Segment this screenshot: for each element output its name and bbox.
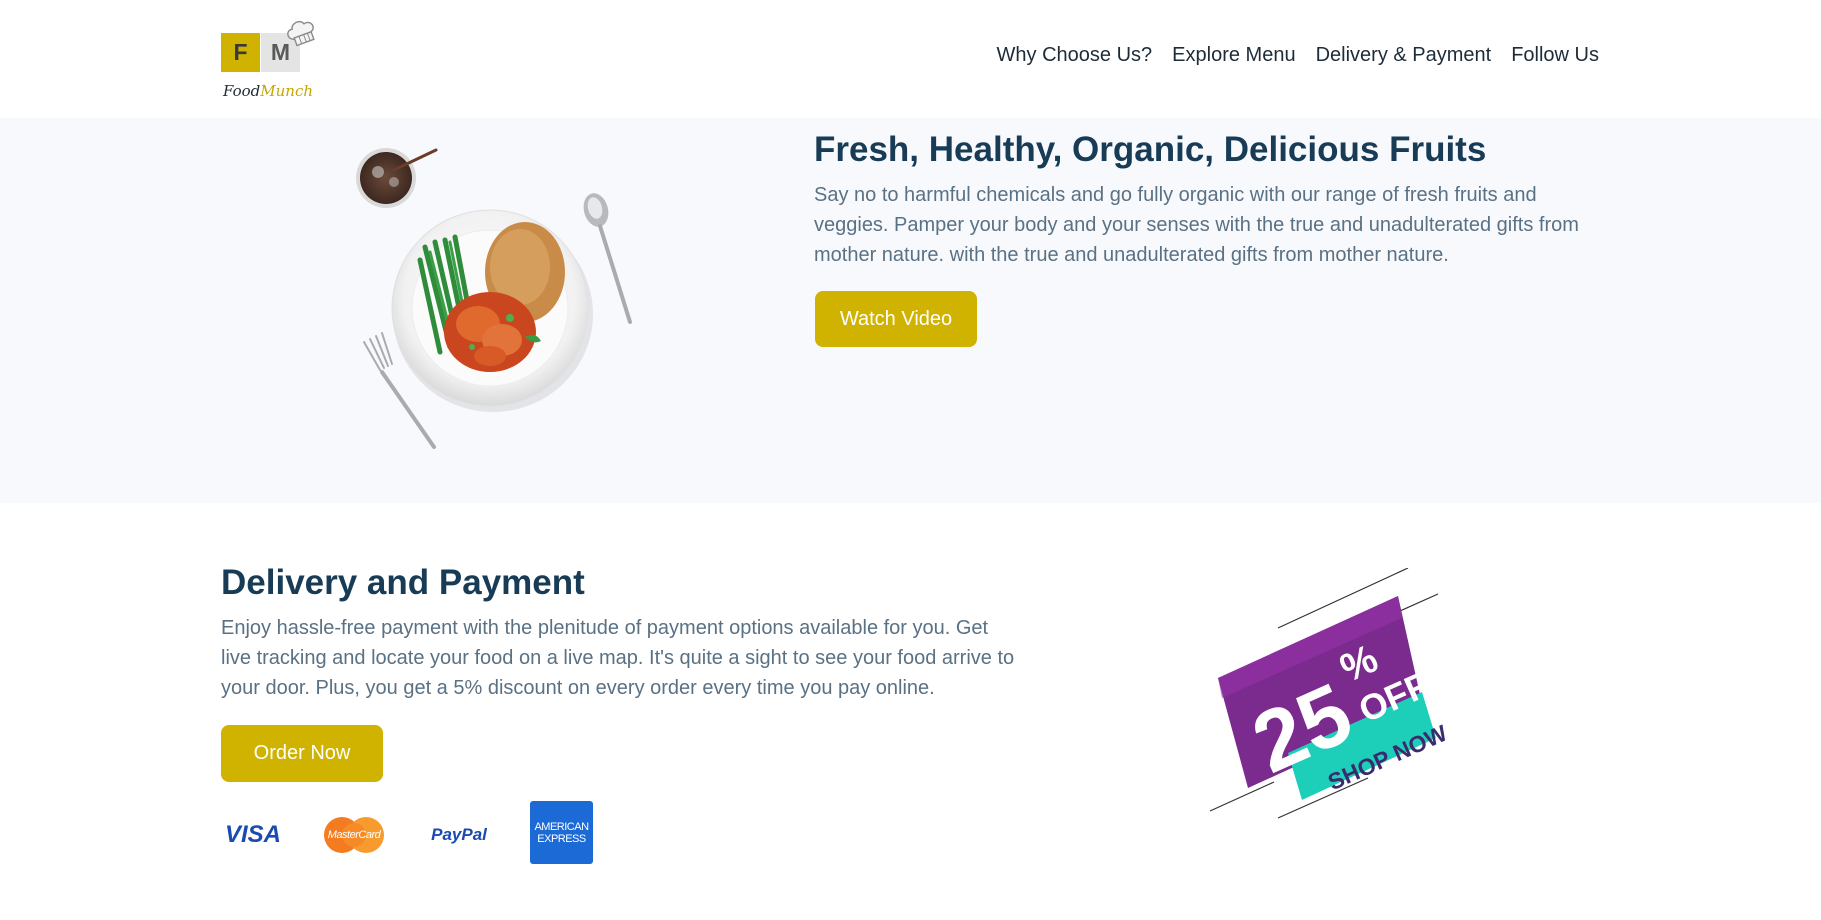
nav-item-follow-us[interactable]: Follow Us <box>1511 44 1599 67</box>
logo-letter-f: F <box>221 33 260 72</box>
amex-logo: AMERICAN EXPRESS <box>530 801 593 864</box>
amex-label-line2: EXPRESS <box>537 832 586 845</box>
discount-promo-badge[interactable]: 25 % OFF SHOP NOW <box>1208 568 1448 828</box>
hero-title: Fresh, Healthy, Organic, Delicious Fruit… <box>814 130 1487 169</box>
nav-item-explore-menu[interactable]: Explore Menu <box>1172 44 1295 67</box>
delivery-title: Delivery and Payment <box>221 563 585 602</box>
delivery-description: Enjoy hassle-free payment with the pleni… <box>221 617 1015 699</box>
healthy-food-section: Fresh, Healthy, Organic, Delicious Fruit… <box>0 118 1821 503</box>
order-now-button[interactable]: Order Now <box>221 725 383 782</box>
brand-wordmark-food: Food <box>223 82 261 100</box>
visa-logo: VISA <box>224 821 281 848</box>
watch-video-button[interactable]: Watch Video <box>815 291 977 347</box>
paypal-logo: PayPal <box>431 825 487 844</box>
brand-wordmark: FoodMunch <box>223 82 313 100</box>
navbar: F M FoodMunch Why Choose Us? Explore Men… <box>0 0 1821 118</box>
amex-label-line1: AMERICAN <box>534 820 589 833</box>
nav-item-delivery-payment[interactable]: Delivery & Payment <box>1316 44 1492 67</box>
mastercard-label: MasterCard <box>327 829 381 841</box>
brand-logo[interactable]: F M FoodMunch <box>221 18 321 106</box>
nav-item-why-choose-us[interactable]: Why Choose Us? <box>997 44 1153 67</box>
mastercard-logo: MasterCard <box>323 816 385 854</box>
delivery-payment-section: Delivery and Payment Enjoy hassle-free p… <box>0 503 1821 920</box>
brand-wordmark-munch: Munch <box>260 82 314 100</box>
food-plate-image <box>356 148 632 449</box>
chef-hat-icon <box>287 20 315 47</box>
main-nav: Why Choose Us? Explore Menu Delivery & P… <box>977 44 1599 67</box>
hero-description: Say no to harmful chemicals and go fully… <box>814 184 1579 266</box>
